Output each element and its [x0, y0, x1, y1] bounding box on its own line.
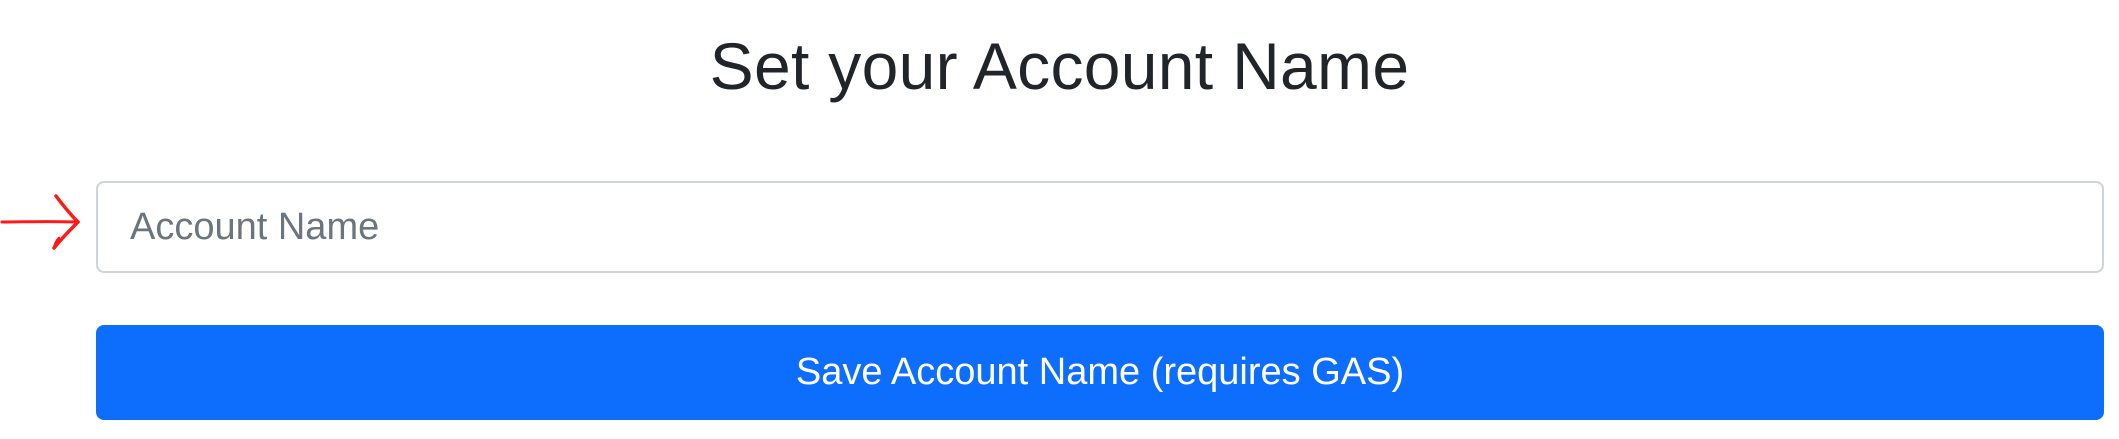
account-name-form-page: Set your Account Name Save Account Name …	[0, 0, 2119, 439]
page-title: Set your Account Name	[709, 29, 1410, 103]
save-account-name-button[interactable]: Save Account Name (requires GAS)	[96, 325, 2104, 420]
account-name-input[interactable]	[96, 181, 2104, 273]
right-arrow-icon	[0, 194, 80, 250]
